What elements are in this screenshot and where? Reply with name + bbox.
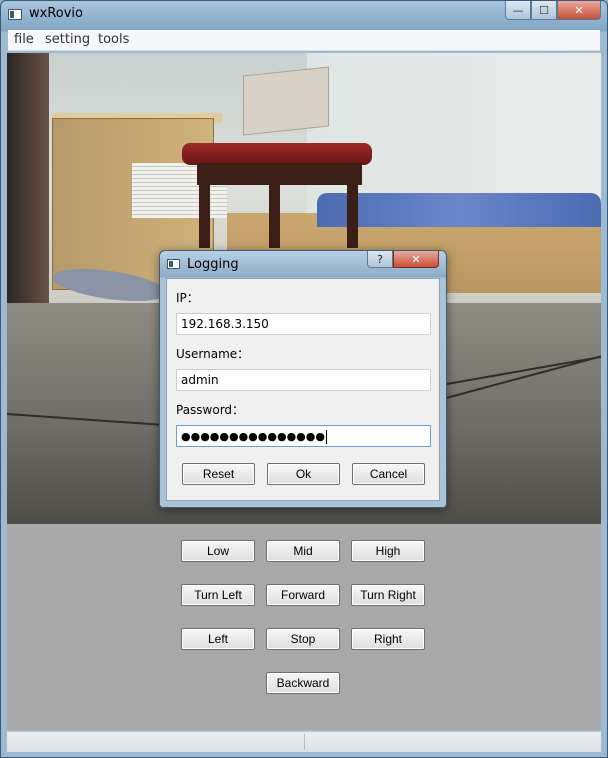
menu-tools[interactable]: tools	[98, 32, 129, 47]
camera-curtain	[7, 53, 49, 303]
camera-stool-leg	[269, 178, 280, 248]
close-button[interactable]: ✕	[557, 1, 601, 20]
camera-stool-seat	[182, 143, 372, 165]
dialog-help-button[interactable]: ?	[367, 251, 393, 268]
speed-high-button[interactable]: High	[351, 540, 425, 562]
caption-buttons: — ☐ ✕	[505, 1, 601, 21]
camera-box	[243, 66, 329, 136]
menu-setting[interactable]: setting	[45, 32, 90, 47]
speed-low-button[interactable]: Low	[181, 540, 255, 562]
password-field[interactable]: ●●●●●●●●●●●●●●●	[176, 425, 431, 447]
window-title: wxRovio	[29, 6, 83, 21]
turn-right-button[interactable]: Turn Right	[351, 584, 425, 606]
dialog-app-icon	[167, 259, 180, 269]
menu-file[interactable]: file	[14, 32, 34, 47]
reset-button[interactable]: Reset	[182, 463, 255, 485]
text-caret	[325, 429, 327, 444]
camera-bed-cover	[317, 193, 601, 227]
forward-button[interactable]: Forward	[266, 584, 340, 606]
password-label: Password：	[176, 403, 245, 417]
minimize-button[interactable]: —	[505, 1, 531, 20]
ip-field[interactable]: 192.168.3.150	[176, 313, 431, 335]
menu-bar: file setting tools	[8, 30, 600, 51]
status-separator	[304, 734, 305, 750]
logging-dialog: Logging ? ✕ IP： 192.168.3.150 Username： …	[159, 250, 447, 508]
dialog-title: Logging	[187, 257, 239, 272]
cancel-button[interactable]: Cancel	[352, 463, 425, 485]
ok-button[interactable]: Ok	[267, 463, 340, 485]
right-button[interactable]: Right	[351, 628, 425, 650]
password-mask: ●●●●●●●●●●●●●●●	[181, 430, 325, 443]
dialog-close-button[interactable]: ✕	[393, 251, 439, 268]
ip-label: IP：	[176, 291, 199, 305]
app-icon	[8, 9, 22, 20]
username-label: Username：	[176, 347, 250, 361]
title-bar[interactable]: wxRovio — ☐ ✕	[1, 1, 607, 29]
backward-button[interactable]: Backward	[266, 672, 340, 694]
dialog-body: IP： 192.168.3.150 Username： admin Passwo…	[166, 278, 440, 501]
status-bar	[7, 731, 601, 752]
left-button[interactable]: Left	[181, 628, 255, 650]
speed-mid-button[interactable]: Mid	[266, 540, 340, 562]
camera-stool-leg	[199, 178, 210, 248]
maximize-button[interactable]: ☐	[531, 1, 557, 20]
username-field[interactable]: admin	[176, 369, 431, 391]
stop-button[interactable]: Stop	[266, 628, 340, 650]
turn-left-button[interactable]: Turn Left	[181, 584, 255, 606]
camera-stool-leg	[347, 178, 358, 248]
control-panel: Low Mid High Turn Left Forward Turn Righ…	[7, 524, 601, 730]
